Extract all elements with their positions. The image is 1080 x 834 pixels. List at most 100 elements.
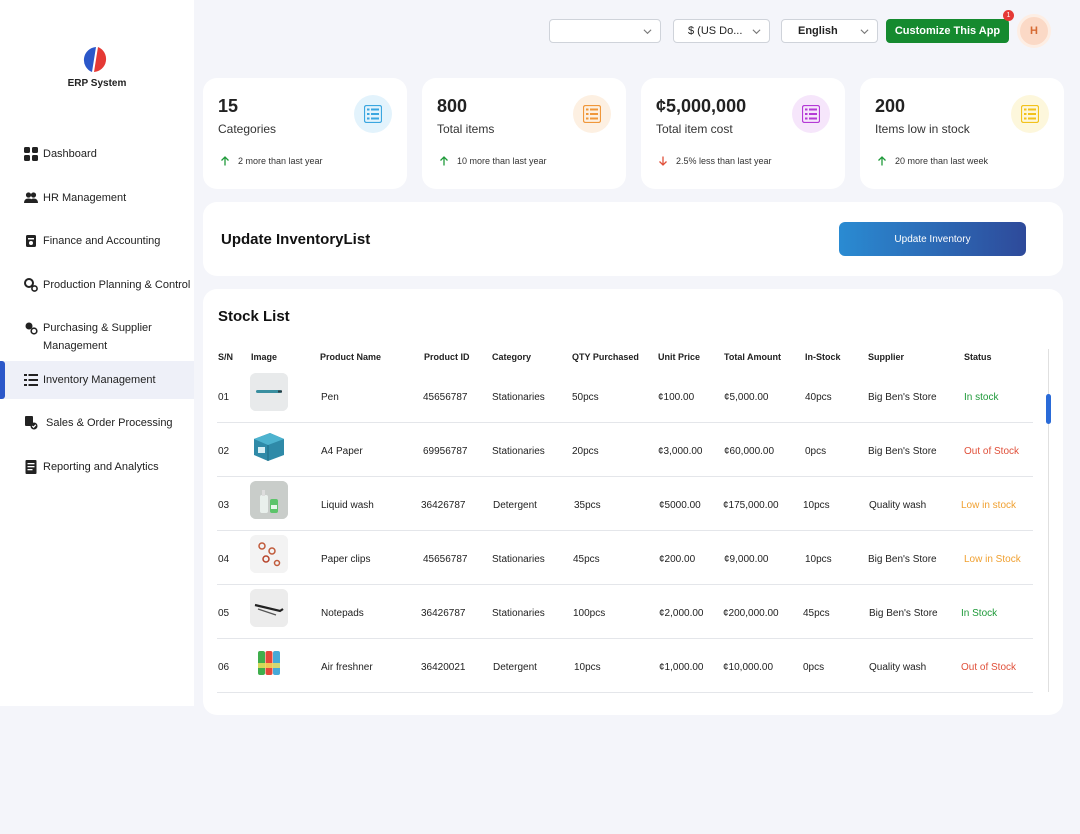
sidebar-item-label: Dashboard <box>43 148 97 160</box>
column-header-status[interactable]: Status <box>964 352 992 362</box>
cell-unit-price: ¢2,000.00 <box>659 608 704 619</box>
stock-list-panel: Stock List S/N Image Product Name Produc… <box>203 289 1063 715</box>
cell-unit-price: ¢5000.00 <box>659 500 701 511</box>
currency-select[interactable]: $ (US Do... <box>673 19 770 43</box>
sidebar-item-finance[interactable]: Finance and Accounting <box>0 232 194 252</box>
column-header-qty-purchased[interactable]: QTY Purchased <box>572 352 639 362</box>
language-select[interactable]: English <box>781 19 878 43</box>
column-header-category[interactable]: Category <box>492 352 531 362</box>
cell-unit-price: ¢1,000.00 <box>659 662 704 673</box>
cell-sn: 04 <box>218 554 230 565</box>
stat-trend: 10 more than last year <box>439 156 547 166</box>
sidebar-item-label: Sales & Order Processing <box>46 417 173 429</box>
stat-label: Total item cost <box>656 122 733 136</box>
sidebar-item-purchasing[interactable]: Purchasing & Supplier Management <box>0 319 194 357</box>
stat-value: 200 <box>875 96 906 116</box>
cell-in-stock: 10pcs <box>803 500 830 511</box>
customize-app-button[interactable]: Customize This App <box>886 19 1009 43</box>
cell-qty: 35pcs <box>574 500 601 511</box>
sidebar-item-sales[interactable]: Sales & Order Processing <box>0 414 194 434</box>
column-header-sn[interactable]: S/N <box>218 352 233 362</box>
sidebar-item-label: Reporting and Analytics <box>43 461 159 473</box>
cell-in-stock: 10pcs <box>805 554 832 565</box>
stat-label: Total items <box>437 122 495 136</box>
stat-card-total-items: 800 Total items 10 more than last year <box>422 78 626 189</box>
air-freshner-image <box>250 643 288 681</box>
arrow-up-icon <box>878 156 886 166</box>
cell-total: ¢10,000.00 <box>723 662 774 673</box>
stat-value: ¢5,000,000 <box>656 96 747 116</box>
column-header-unit-price[interactable]: Unit Price <box>658 352 700 362</box>
cell-category: Stationaries <box>492 446 545 457</box>
column-header-total-amount[interactable]: Total Amount <box>724 352 781 362</box>
update-inventory-button[interactable]: Update Inventory <box>839 222 1026 256</box>
chevron-down-icon <box>643 29 652 35</box>
table-row[interactable]: 03 Liquid wash 36426787 Detergent 35pcs … <box>217 477 1033 531</box>
cell-product-id: 45656787 <box>423 392 468 403</box>
column-header-product-name[interactable]: Product Name <box>320 352 381 362</box>
sidebar-item-label: HR Management <box>43 192 127 204</box>
stat-trend-text: 10 more than last year <box>457 156 547 166</box>
cell-in-stock: 0pcs <box>805 446 827 457</box>
list-icon <box>802 105 820 123</box>
stat-trend-text: 2.5% less than last year <box>676 156 772 166</box>
notepads-image <box>250 589 288 627</box>
column-header-product-id[interactable]: Product ID <box>424 352 470 362</box>
table-row[interactable]: 02 A4 Paper 69956787 Stationaries 20pcs … <box>217 423 1033 477</box>
pen-image <box>250 373 288 411</box>
cell-product-id: 36426787 <box>421 500 466 511</box>
stat-card-categories: 15 Categories 2 more than last year <box>203 78 407 189</box>
branch-select[interactable] <box>549 19 661 43</box>
stat-card-total-cost: ¢5,000,000 Total item cost 2.5% less tha… <box>641 78 845 189</box>
cell-supplier: Big Ben's Store <box>868 554 937 565</box>
table-row[interactable]: 01 Pen 45656787 Stationaries 50pcs ¢100.… <box>217 369 1033 423</box>
sales-icon <box>25 416 38 430</box>
sidebar-item-dashboard[interactable]: Dashboard <box>0 145 194 165</box>
users-icon <box>24 192 38 203</box>
cell-product-id: 69956787 <box>423 446 468 457</box>
sidebar-item-label: Inventory Management <box>43 374 156 386</box>
notification-badge[interactable]: 1 <box>1003 10 1014 21</box>
arrow-down-icon <box>659 156 667 166</box>
chevron-down-icon <box>752 29 761 35</box>
cell-qty: 20pcs <box>572 446 599 457</box>
cell-supplier: Big Ben's Store <box>869 608 938 619</box>
cell-product-id: 36420021 <box>421 662 466 673</box>
list-icon <box>583 105 601 123</box>
column-header-supplier[interactable]: Supplier <box>868 352 904 362</box>
cell-category: Stationaries <box>492 608 545 619</box>
list-icon <box>1021 105 1039 123</box>
sidebar-item-label: Purchasing & Supplier Management <box>43 322 152 352</box>
cell-product-name: Notepads <box>321 608 364 619</box>
cell-in-stock: 40pcs <box>805 392 832 403</box>
report-icon <box>25 460 37 474</box>
cell-sn: 06 <box>218 662 230 673</box>
sidebar-item-reporting[interactable]: Reporting and Analytics <box>0 458 194 478</box>
cell-qty: 45pcs <box>573 554 600 565</box>
gears-icon <box>24 278 38 292</box>
sidebar-item-production[interactable]: Production Planning & Control <box>0 276 194 296</box>
brand-logo[interactable]: ERP System <box>0 46 194 89</box>
chevron-down-icon <box>860 29 869 35</box>
cell-sn: 03 <box>218 500 230 511</box>
avatar[interactable]: H <box>1017 14 1051 48</box>
stat-trend-text: 2 more than last year <box>238 156 323 166</box>
stat-trend: 2.5% less than last year <box>658 156 772 166</box>
table-row[interactable]: 05 Notepads 36426787 Stationaries 100pcs… <box>217 585 1033 639</box>
cell-total: ¢5,000.00 <box>724 392 769 403</box>
table-row[interactable]: 04 Paper clips 45656787 Stationaries 45p… <box>217 531 1033 585</box>
table-row[interactable]: 06 Air freshner 36420021 Detergent 10pcs… <box>217 639 1033 693</box>
column-header-image[interactable]: Image <box>251 352 277 362</box>
finance-icon <box>26 235 36 247</box>
cell-sn: 02 <box>218 446 230 457</box>
cell-unit-price: ¢3,000.00 <box>658 446 703 457</box>
status-badge: Low in Stock <box>964 554 1021 565</box>
scrollbar-thumb[interactable] <box>1046 394 1051 424</box>
language-select-value: English <box>798 25 838 37</box>
column-header-in-stock[interactable]: In-Stock <box>805 352 841 362</box>
sidebar-item-hr-management[interactable]: HR Management <box>0 189 194 209</box>
cell-in-stock: 45pcs <box>803 608 830 619</box>
cell-category: Stationaries <box>492 554 545 565</box>
sidebar-item-inventory[interactable]: Inventory Management <box>0 361 194 399</box>
cell-category: Stationaries <box>492 392 545 403</box>
